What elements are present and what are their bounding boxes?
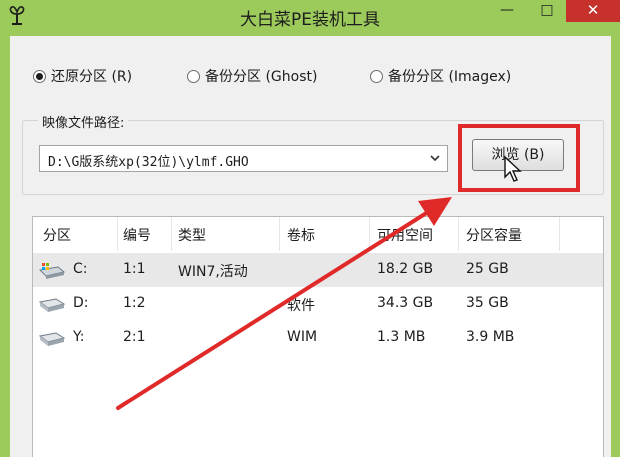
table-row[interactable]: C: 1:1 WIN7,活动 18.2 GB 25 GB	[33, 253, 603, 287]
hard-drive-icon	[38, 332, 66, 346]
radio-indicator[interactable]	[33, 69, 46, 83]
table-row[interactable]: Y: 2:1 WIM 1.3 MB 3.9 MB	[33, 321, 603, 355]
dropdown-arrow-icon[interactable]	[429, 152, 441, 164]
cell-capacity: 35 GB	[466, 295, 509, 311]
column-separator	[171, 217, 172, 251]
column-header-type[interactable]: 类型	[178, 225, 206, 245]
image-path-value[interactable]: D:\G版系统xp(32位)\ylmf.GHO	[48, 151, 249, 170]
cell-drive: C:	[73, 261, 88, 277]
cell-type: WIN7,活动	[178, 264, 248, 280]
windows-drive-icon	[38, 263, 66, 279]
minimize-button[interactable]: —	[494, 0, 520, 22]
column-header-label[interactable]: 卷标	[287, 225, 315, 245]
column-separator	[369, 217, 370, 251]
radio-label: 备份分区 (Ghost)	[205, 69, 318, 85]
column-header-free-space[interactable]: 可用空间	[377, 225, 433, 245]
cell-free-space: 1.3 MB	[377, 329, 426, 345]
radio-label: 备份分区 (Imagex)	[388, 69, 512, 85]
radio-label: 还原分区 (R)	[51, 69, 133, 85]
hard-drive-icon	[38, 298, 66, 312]
cell-number: 1:1	[123, 261, 146, 277]
cell-number: 2:1	[123, 329, 146, 345]
title-bar[interactable]: 大白菜PE装机工具 — □ ✕	[0, 0, 620, 36]
column-separator	[458, 217, 459, 251]
partition-list[interactable]: 分区 编号 类型 卷标 可用空间 分区容量 C: 1:1 WIN7,活动 18.…	[32, 216, 604, 457]
column-header-capacity[interactable]: 分区容量	[466, 225, 522, 245]
cell-drive: Y:	[73, 329, 85, 345]
image-path-label: 映像文件路径:	[38, 112, 129, 131]
cell-number: 1:2	[123, 295, 146, 311]
radio-indicator[interactable]	[370, 69, 383, 83]
column-header-number[interactable]: 编号	[123, 225, 151, 245]
cell-label: WIM	[287, 329, 318, 345]
close-button[interactable]: ✕	[566, 0, 620, 22]
radio-backup-ghost[interactable]: 备份分区 (Ghost)	[187, 65, 317, 87]
partition-list-header: 分区 编号 类型 卷标 可用空间 分区容量	[33, 217, 603, 251]
client-area: 还原分区 (R) 备份分区 (Ghost) 备份分区 (Imagex) 映像文件…	[10, 36, 611, 457]
cell-free-space: 34.3 GB	[377, 295, 434, 311]
app-window: 大白菜PE装机工具 — □ ✕ 还原分区 (R) 备份分区 (Ghost) 备份…	[0, 0, 620, 457]
column-header-partition[interactable]: 分区	[43, 225, 71, 245]
window-title: 大白菜PE装机工具	[240, 10, 380, 30]
cell-capacity: 3.9 MB	[466, 329, 515, 345]
cell-label: 软件	[287, 298, 315, 314]
mouse-cursor-icon	[504, 155, 522, 182]
cell-free-space: 18.2 GB	[377, 261, 434, 277]
column-separator	[279, 217, 280, 251]
column-separator	[117, 217, 118, 251]
radio-indicator[interactable]	[187, 69, 200, 83]
table-row[interactable]: D: 1:2 软件 34.3 GB 35 GB	[33, 287, 603, 321]
cell-drive: D:	[73, 295, 89, 311]
maximize-button[interactable]: □	[534, 0, 560, 22]
radio-restore-partition[interactable]: 还原分区 (R)	[33, 65, 132, 87]
image-path-combobox[interactable]: D:\G版系统xp(32位)\ylmf.GHO	[39, 145, 448, 172]
column-separator	[559, 217, 560, 251]
radio-backup-imagex[interactable]: 备份分区 (Imagex)	[370, 65, 511, 87]
cell-capacity: 25 GB	[466, 261, 509, 277]
